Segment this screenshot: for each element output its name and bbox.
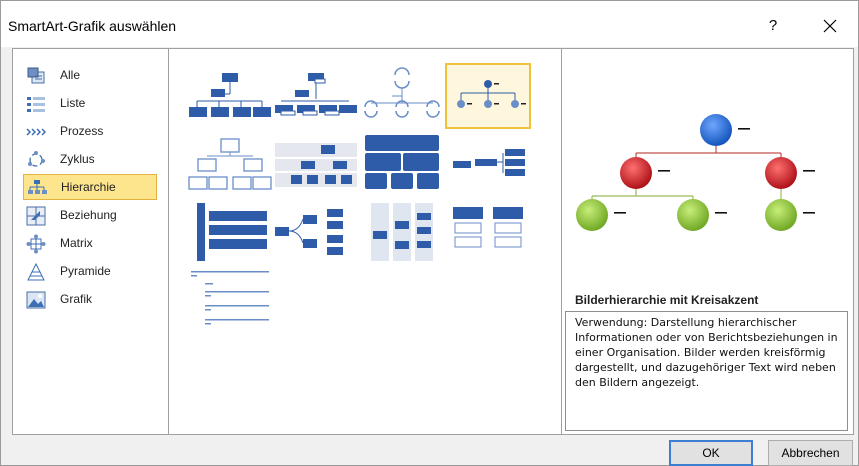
category-label: Hierarchie [61,180,116,194]
layout-tile-beschriftete-vertikale-hierarchie[interactable] [359,199,445,265]
layout-tile-horizontale-hierarchie[interactable] [445,133,531,199]
category-item-matrix[interactable]: Matrix [23,231,157,257]
matrix-icon [26,234,46,254]
category-label: Pyramide [60,264,111,278]
category-label: Liste [60,96,86,110]
category-item-beziehung[interactable]: Beziehung [23,203,157,229]
preview-title: Bilderhierarchie mit Kreisakzent [575,293,759,307]
category-label: Grafik [60,292,93,306]
layout-tile-beschriftete-hierarchie[interactable] [273,133,359,199]
list-icon [27,97,45,112]
category-label: Beziehung [60,208,117,222]
layout-thumbnail [197,203,267,261]
hierarchy-icon [28,180,47,194]
close-icon [823,19,837,33]
layout-tile-hierarchieliste[interactable] [187,199,273,265]
layout-thumbnail [275,209,343,255]
category-label: Zyklus [60,152,95,166]
layout-tile-organigramm[interactable] [187,63,273,129]
picture-icon [26,291,46,309]
category-item-hierarchie[interactable]: Hierarchie [23,174,157,200]
layout-tile-horizontales-organigramm[interactable] [273,199,359,265]
dialog-title: SmartArt-Grafik auswählen [8,18,177,34]
category-label: Alle [60,68,81,82]
relationship-icon [26,206,46,226]
content-area: Alle Liste Prozess Zyklus Hierarchie Bez… [12,48,854,435]
preview-description: Verwendung: Darstellung hierarchischer I… [565,311,848,431]
layout-tile-hierarchie[interactable] [187,133,273,199]
layout-thumbnail [453,207,523,248]
layout-thumbnail [371,203,433,261]
category-item-pyramide[interactable]: Pyramide [23,259,157,285]
layout-tile-hierarchie-liste-blau[interactable] [445,199,531,265]
layout-thumbnail [189,73,271,117]
cycle-icon [28,151,45,167]
layout-thumbnail [191,271,269,325]
close-button[interactable] [809,9,851,43]
preview-diagram [576,114,815,231]
layout-thumbnail [188,138,272,190]
help-button[interactable]: ? [753,9,793,43]
layout-tile-bilderhierarchie-mit-kreisakzent[interactable] [445,63,531,129]
layout-thumbnail [275,73,357,116]
layout-thumbnail [364,67,440,118]
layout-tile-halbkreis-organigramm[interactable] [359,63,445,129]
ok-button[interactable]: OK [669,440,753,466]
category-label: Prozess [60,124,104,138]
category-item-alle[interactable]: Alle [23,63,157,89]
category-item-zyklus[interactable]: Zyklus [23,147,157,173]
layout-thumbnail [275,143,357,187]
smartart-dialog: SmartArt-Grafik auswählen ? Alle Liste P… [0,0,859,466]
layout-thumbnail [365,135,439,189]
cancel-button[interactable]: Abbrechen [768,440,853,466]
layout-thumbnail [457,80,526,108]
layout-thumbnail [453,149,525,176]
layout-tile-namen-titel-organigramm[interactable] [273,63,359,129]
category-list: Alle Liste Prozess Zyklus Hierarchie Bez… [13,49,169,434]
layout-gallery [169,49,562,434]
pyramid-icon [27,262,45,281]
process-icon [26,128,46,136]
category-label: Matrix [60,236,93,250]
category-item-prozess[interactable]: Prozess [23,119,157,145]
category-item-grafik[interactable]: Grafik [23,287,157,313]
title-bar: SmartArt-Grafik auswählen ? [1,1,858,47]
layout-tile-textliste[interactable] [187,265,273,331]
layout-tile-tabellenhierarchie[interactable] [359,133,445,199]
preview-pane: Bilderhierarchie mit Kreisakzent Verwend… [562,49,853,434]
all-icon [27,67,45,84]
category-item-liste[interactable]: Liste [23,91,157,117]
